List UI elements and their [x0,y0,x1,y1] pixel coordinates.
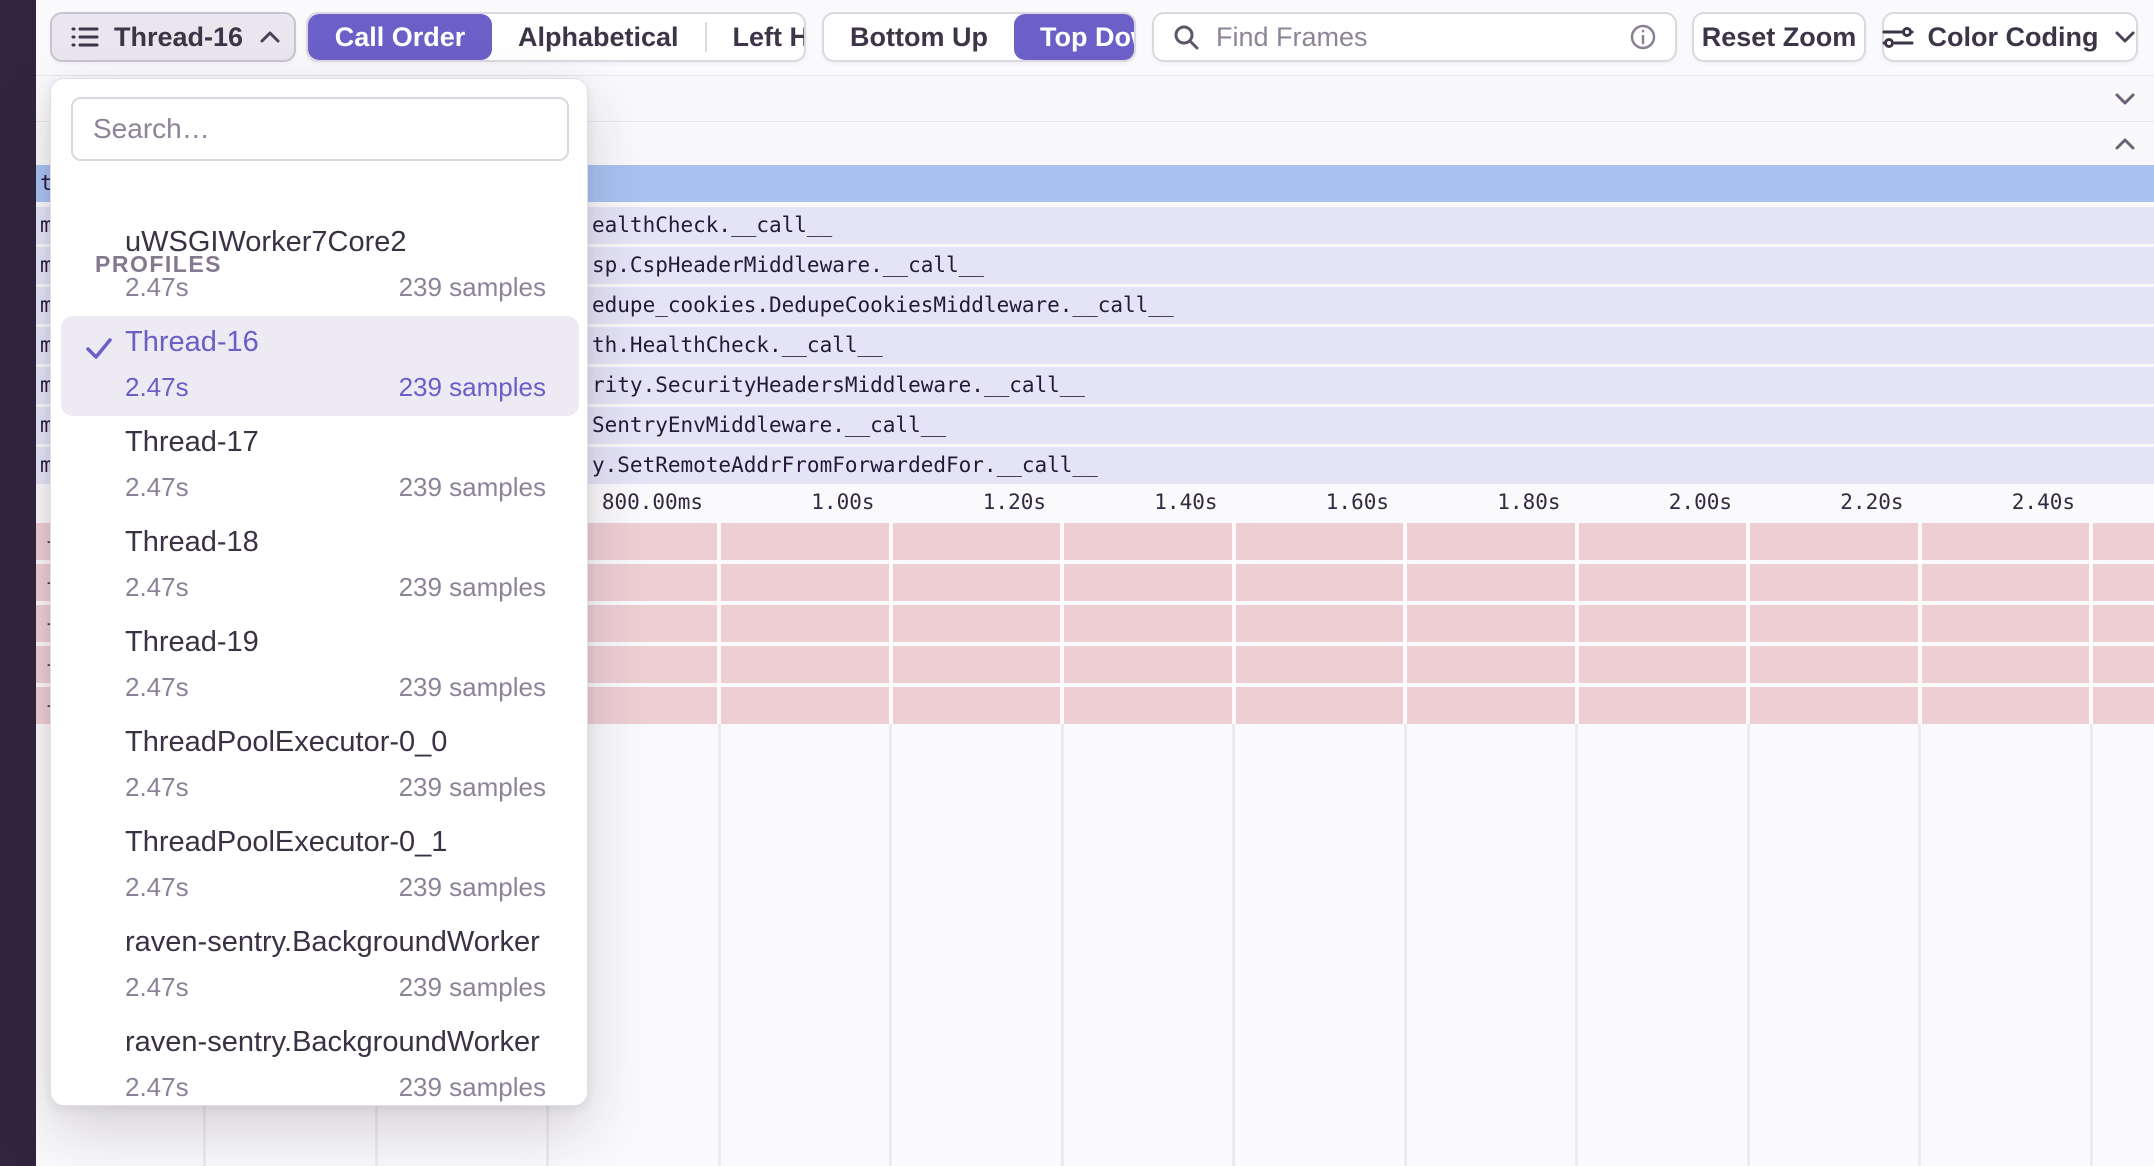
profile-list-item[interactable]: Thread-17 2.47s 239 samples [61,416,579,516]
chevron-up-icon[interactable] [2112,131,2138,157]
profile-name: Thread-17 [125,426,259,459]
profile-list-item[interactable]: ThreadPoolExecutor-0_0 2.47s 239 samples [61,716,579,816]
frame-row-text: sp.CspHeaderMiddleware.__call__ [592,247,984,284]
profile-stats: 2.47s 239 samples [125,472,546,503]
bottom-up-button[interactable]: Bottom Up [824,14,1014,60]
profile-name: Thread-19 [125,626,259,659]
frame-row-text: ealthCheck.__call__ [592,207,832,244]
time-axis-label: 2.20s [1840,487,1903,517]
profile-name: uWSGIWorker7Core2 [125,226,407,259]
profile-sample-count: 239 samples [399,272,546,303]
profile-name: Thread-18 [125,526,259,559]
time-axis-label: 2.40s [2012,487,2075,517]
direction-segmented-control: Bottom Up Top Down [822,12,1136,62]
frame-row-text: th.HealthCheck.__call__ [592,327,883,364]
profile-duration: 2.47s [125,772,189,803]
profile-stats: 2.47s 239 samples [125,1072,546,1103]
frame-row-text: edupe_cookies.DedupeCookiesMiddleware.__… [592,287,1174,324]
profile-duration: 2.47s [125,472,189,503]
search-icon [1172,23,1200,51]
profile-sample-count: 239 samples [399,772,546,803]
profile-duration: 2.47s [125,1072,189,1103]
gridline [1232,724,1235,1166]
gridline [1918,724,1921,1166]
profile-name: raven-sentry.BackgroundWorker [125,1026,540,1059]
profile-sample-count: 239 samples [399,972,546,1003]
gridline [1747,724,1750,1166]
profile-stats: 2.47s 239 samples [125,872,546,903]
profile-sample-count: 239 samples [399,672,546,703]
time-axis-label: 2.00s [1669,487,1732,517]
gridline [1404,724,1407,1166]
time-axis-label: 1.80s [1497,487,1560,517]
profiling-flamegraph-screen: Thread-16 Call Order Alphabetical Left H… [0,0,2154,1166]
info-icon[interactable] [1629,23,1657,51]
check-icon [83,332,115,364]
profile-list-item[interactable]: raven-sentry.BackgroundWorker 2.47s 239 … [61,1016,579,1116]
gridline [718,724,721,1166]
profile-duration: 2.47s [125,672,189,703]
top-down-button[interactable]: Top Down [1014,14,1136,60]
profile-name: raven-sentry.BackgroundWorker [125,926,540,959]
profile-stats: 2.47s 239 samples [125,272,546,303]
profile-sample-count: 239 samples [399,572,546,603]
profile-stats: 2.47s 239 samples [125,372,546,403]
sort-mode-segmented-control: Call Order Alphabetical Left Heavy [306,12,806,62]
chevron-up-icon [257,24,283,50]
frame-row-text: rity.SecurityHeadersMiddleware.__call__ [592,367,1085,404]
profile-duration: 2.47s [125,972,189,1003]
reset-zoom-button[interactable]: Reset Zoom [1692,12,1866,62]
profile-stats: 2.47s 239 samples [125,572,546,603]
profile-list-item[interactable]: Thread-18 2.47s 239 samples [61,516,579,616]
profile-duration: 2.47s [125,872,189,903]
profile-list-item[interactable]: raven-sentry.BackgroundWorker 2.47s 239 … [61,916,579,1016]
profiles-search-input[interactable] [71,97,569,161]
sort-alphabetical-button[interactable]: Alphabetical [492,14,705,60]
sort-left-heavy-button[interactable]: Left Heavy [707,14,806,60]
color-coding-label: Color Coding [1928,22,2099,53]
chevron-down-icon [2112,24,2138,50]
profile-sample-count: 239 samples [399,372,546,403]
find-frames-input[interactable] [1214,21,1615,54]
frame-row-text: y.SetRemoteAddrFromForwardedFor.__call__ [592,447,1098,484]
color-coding-button[interactable]: Color Coding [1882,12,2138,62]
time-axis-label: 1.60s [1326,487,1389,517]
profile-stats: 2.47s 239 samples [125,972,546,1003]
profile-name: Thread-16 [125,326,259,359]
profile-name: ThreadPoolExecutor-0_1 [125,826,447,859]
profile-sample-count: 239 samples [399,1072,546,1103]
app-sidebar-strip [0,0,36,1166]
profile-list-item[interactable]: Thread-19 2.47s 239 samples [61,616,579,716]
profile-list-item[interactable]: uWSGIWorker7Core2 2.47s 239 samples [61,216,579,316]
profile-stats: 2.47s 239 samples [125,672,546,703]
profile-duration: 2.47s [125,372,189,403]
profile-duration: 2.47s [125,572,189,603]
gridline [2090,724,2093,1166]
gridline [1575,724,1578,1166]
profile-sample-count: 239 samples [399,872,546,903]
thread-selector-button[interactable]: Thread-16 [50,12,296,62]
profile-duration: 2.47s [125,272,189,303]
time-axis-label: 1.00s [811,487,874,517]
profile-stats: 2.47s 239 samples [125,772,546,803]
profile-sample-count: 239 samples [399,472,546,503]
time-axis-label: 800.00ms [602,487,703,517]
time-axis-label: 1.40s [1154,487,1217,517]
profile-name: ThreadPoolExecutor-0_0 [125,726,447,759]
thread-profiles-dropdown: PROFILES uWSGIWorker7Core2 2.47s 239 sam… [50,78,588,1106]
gridline [1061,724,1064,1166]
profile-list-item[interactable]: Thread-16 2.47s 239 samples [61,316,579,416]
chevron-down-icon[interactable] [2112,86,2138,112]
list-icon [70,22,100,52]
sliders-icon [1882,22,1914,52]
time-axis-label: 1.20s [983,487,1046,517]
flamegraph-toolbar: Thread-16 Call Order Alphabetical Left H… [36,0,2154,75]
gridline [889,724,892,1166]
find-frames-search[interactable] [1152,12,1677,62]
profile-list-item[interactable]: ThreadPoolExecutor-0_1 2.47s 239 samples [61,816,579,916]
frame-row-text: SentryEnvMiddleware.__call__ [592,407,946,444]
thread-selector-label: Thread-16 [114,22,243,53]
sort-call-order-button[interactable]: Call Order [308,14,492,60]
